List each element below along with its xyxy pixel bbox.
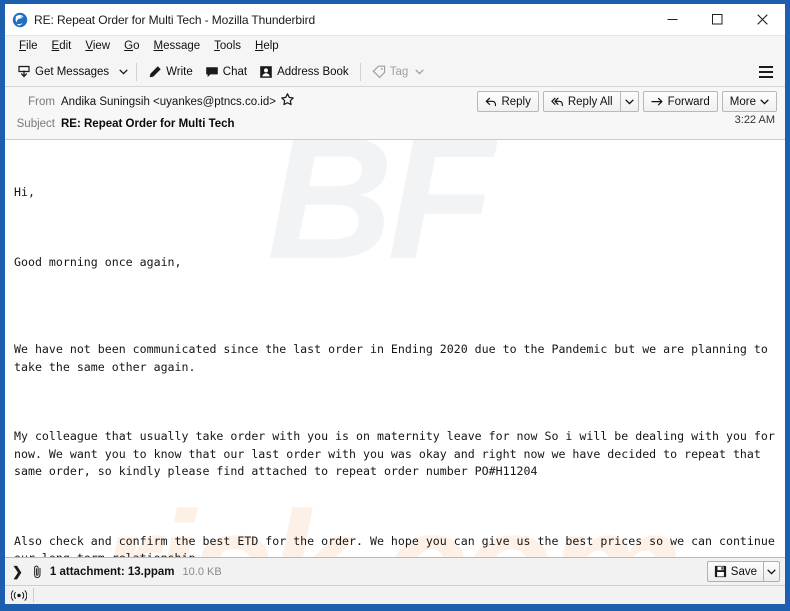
chevron-down-icon [760,98,769,105]
maximize-button[interactable] [695,4,740,35]
save-attachment-button[interactable]: Save [706,561,763,582]
menu-go[interactable]: Go [117,38,146,55]
minimize-icon [667,19,678,20]
close-icon [757,14,768,25]
write-label: Write [166,65,193,78]
maximize-icon [712,14,723,25]
chevron-down-icon [415,68,424,75]
forward-button[interactable]: Forward [642,91,718,112]
broadcast-signal-icon[interactable] [11,589,27,602]
floppy-disk-icon [714,565,726,578]
chat-button[interactable]: Chat [199,60,253,84]
star-outline-icon[interactable] [281,92,294,111]
write-button[interactable]: Write [142,60,199,84]
message-header: From Andika Suningsih <uyankes@ptncs.co.… [5,87,785,140]
reply-button[interactable]: Reply [477,91,539,112]
download-inbox-icon [18,65,30,77]
reply-all-group: Reply All [542,91,639,112]
hamburger-line [759,66,773,68]
menu-edit[interactable]: Edit [45,38,79,55]
from-value[interactable]: Andika Suningsih <uyankes@ptncs.co.id> [61,96,276,108]
address-book-button[interactable]: Address Book [253,60,355,84]
toolbar-separator-2 [359,62,361,81]
address-book-label: Address Book [277,65,349,78]
chevron-down-icon [624,98,634,105]
chat-label: Chat [222,65,248,78]
pencil-icon [149,65,161,77]
hamburger-line [759,76,773,78]
message-actions: Reply Reply All Forward More [473,91,777,112]
window-title: RE: Repeat Order for Multi Tech - Mozill… [34,12,316,27]
chevron-down-icon [767,568,776,575]
title-bar: RE: Repeat Order for Multi Tech - Mozill… [5,4,785,35]
reply-all-arrow-icon [551,97,563,106]
reply-arrow-icon [486,97,497,106]
app-menu-button[interactable] [756,62,776,82]
subject-row: Subject RE: Repeat Order for Multi Tech [13,114,777,133]
body-paragraph: My colleague that usually take order wit… [14,429,782,478]
body-paragraph: Good morning once again, [14,254,182,269]
menu-tools[interactable]: Tools [207,38,248,55]
more-label: More [729,95,756,108]
email-content: Hi, Good morning once again, We have not… [14,149,776,557]
message-body: BF risk.com Hi, Good morning once again,… [5,140,785,557]
toolbar-separator-1 [136,62,138,81]
menu-bar: File Edit View Go Message Tools Help [5,35,785,57]
reply-all-dropdown[interactable] [619,91,639,112]
attachment-label[interactable]: 1 attachment: 13.ppam [50,566,175,578]
subject-label: Subject [16,117,55,130]
get-messages-dropdown[interactable] [115,60,131,84]
attachment-size: 10.0 KB [182,565,222,578]
status-separator [33,588,34,602]
minimize-button[interactable] [650,4,695,35]
forward-arrow-icon [651,97,663,105]
reply-label: Reply [501,95,531,108]
menu-view[interactable]: View [78,38,117,55]
body-paragraph: Also check and confirm the best ETD for … [14,533,775,558]
menu-message[interactable]: Message [146,38,207,55]
body-paragraph: Hi, [14,185,35,199]
forward-label: Forward [667,95,710,108]
thunderbird-logo-icon [12,12,28,27]
tag-button[interactable]: Tag [366,60,431,84]
contact-card-icon [260,65,272,78]
tag-label: Tag [389,65,409,78]
from-label: From [28,95,55,108]
hamburger-line [759,71,773,73]
menu-help[interactable]: Help [248,38,286,55]
body-paragraph: We have not been communicated since the … [14,342,775,374]
chevron-right-icon[interactable]: ❯ [12,565,23,578]
save-attachment-dropdown[interactable] [763,561,780,582]
status-bar [5,585,785,604]
tag-icon [372,65,385,78]
paperclip-icon [31,565,44,579]
reply-all-button[interactable]: Reply All [542,91,620,112]
get-messages-label: Get Messages [35,65,110,78]
get-messages-button[interactable]: Get Messages [11,60,115,84]
thunderbird-window: RE: Repeat Order for Multi Tech - Mozill… [0,0,790,611]
save-attachment-group: Save [706,561,780,582]
main-toolbar: Get Messages Write Chat Address Book Tag [5,57,785,87]
speech-bubble-icon [205,66,218,77]
close-button[interactable] [740,4,785,35]
chevron-down-icon [118,68,128,75]
save-label: Save [730,565,757,578]
attachment-bar: ❯ 1 attachment: 13.ppam 10.0 KB Save [5,557,785,585]
subject-value: RE: Repeat Order for Multi Tech [61,117,235,130]
more-button[interactable]: More [721,91,777,112]
menu-file[interactable]: File [12,38,45,55]
message-time: 3:22 AM [734,114,775,126]
reply-all-label: Reply All [567,95,613,108]
window-controls [650,4,785,35]
